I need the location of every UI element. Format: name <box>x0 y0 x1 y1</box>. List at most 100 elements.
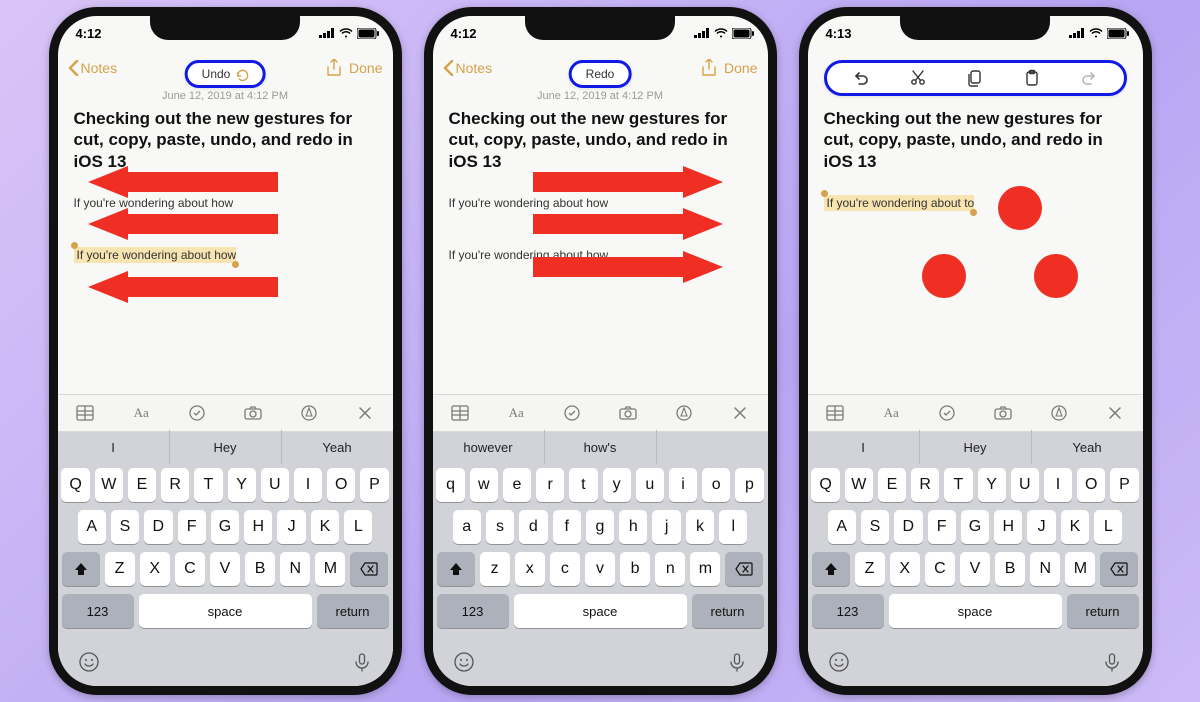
key-a[interactable]: A <box>78 510 106 544</box>
key-p[interactable]: P <box>360 468 388 502</box>
text-format-icon[interactable]: Aa <box>504 401 528 425</box>
key-a[interactable]: A <box>828 510 856 544</box>
key-z[interactable]: Z <box>105 552 135 586</box>
note-title[interactable]: Checking out the new gestures for cut, c… <box>74 108 377 172</box>
close-keyboard-icon[interactable] <box>728 401 752 425</box>
key-y[interactable]: Y <box>228 468 256 502</box>
key-v[interactable]: V <box>960 552 990 586</box>
close-keyboard-icon[interactable] <box>1103 401 1127 425</box>
key-c[interactable]: C <box>925 552 955 586</box>
key-t[interactable]: t <box>569 468 597 502</box>
emoji-icon[interactable] <box>78 651 100 678</box>
key-d[interactable]: d <box>519 510 547 544</box>
camera-icon[interactable] <box>241 401 265 425</box>
key-123[interactable]: 123 <box>62 594 134 628</box>
key-g[interactable]: G <box>211 510 239 544</box>
text-format-icon[interactable]: Aa <box>129 401 153 425</box>
key-i[interactable]: I <box>294 468 322 502</box>
key-y[interactable]: Y <box>978 468 1006 502</box>
markup-icon[interactable] <box>672 401 696 425</box>
key-f[interactable]: f <box>553 510 581 544</box>
key-m[interactable]: m <box>690 552 720 586</box>
emoji-icon[interactable] <box>453 651 475 678</box>
predict-2[interactable]: Hey <box>920 430 1032 464</box>
key-p[interactable]: P <box>1110 468 1138 502</box>
predict-1[interactable]: I <box>58 430 170 464</box>
key-c[interactable]: C <box>175 552 205 586</box>
key-k[interactable]: K <box>1061 510 1089 544</box>
key-n[interactable]: N <box>280 552 310 586</box>
key-h[interactable]: H <box>244 510 272 544</box>
redo-icon[interactable] <box>1079 69 1099 87</box>
key-o[interactable]: o <box>702 468 730 502</box>
predict-3[interactable]: Yeah <box>282 430 393 464</box>
paste-icon[interactable] <box>1022 69 1042 87</box>
key-r[interactable]: r <box>536 468 564 502</box>
key-o[interactable]: O <box>327 468 355 502</box>
key-h[interactable]: H <box>994 510 1022 544</box>
key-y[interactable]: y <box>603 468 631 502</box>
keyboard[interactable]: Aa I Hey Yeah QWERTYUIOP ASDFGHJKL ZXCVB… <box>58 394 393 686</box>
key-h[interactable]: h <box>619 510 647 544</box>
key-x[interactable]: x <box>515 552 545 586</box>
key-shift[interactable] <box>437 552 475 586</box>
key-z[interactable]: Z <box>855 552 885 586</box>
key-i[interactable]: I <box>1044 468 1072 502</box>
key-x[interactable]: X <box>140 552 170 586</box>
key-b[interactable]: B <box>245 552 275 586</box>
key-z[interactable]: z <box>480 552 510 586</box>
back-button[interactable]: Notes <box>68 60 118 76</box>
key-s[interactable]: S <box>861 510 889 544</box>
key-w[interactable]: w <box>470 468 498 502</box>
selected-text[interactable]: If you're wondering about to <box>824 196 975 210</box>
mic-icon[interactable] <box>351 651 373 678</box>
share-button[interactable] <box>325 59 343 77</box>
done-button[interactable]: Done <box>349 60 382 76</box>
key-w[interactable]: W <box>95 468 123 502</box>
key-k[interactable]: k <box>686 510 714 544</box>
key-w[interactable]: W <box>845 468 873 502</box>
share-button[interactable] <box>700 59 718 77</box>
key-j[interactable]: J <box>277 510 305 544</box>
key-e[interactable]: E <box>878 468 906 502</box>
key-a[interactable]: a <box>453 510 481 544</box>
key-i[interactable]: i <box>669 468 697 502</box>
key-l[interactable]: L <box>344 510 372 544</box>
emoji-icon[interactable] <box>828 651 850 678</box>
key-g[interactable]: g <box>586 510 614 544</box>
key-v[interactable]: v <box>585 552 615 586</box>
key-s[interactable]: s <box>486 510 514 544</box>
key-b[interactable]: b <box>620 552 650 586</box>
key-shift[interactable] <box>62 552 100 586</box>
table-icon[interactable] <box>73 401 97 425</box>
key-m[interactable]: M <box>315 552 345 586</box>
key-q[interactable]: q <box>436 468 464 502</box>
key-b[interactable]: B <box>995 552 1025 586</box>
predict-2[interactable]: how's <box>545 430 657 464</box>
mic-icon[interactable] <box>1101 651 1123 678</box>
key-j[interactable]: j <box>652 510 680 544</box>
key-f[interactable]: F <box>178 510 206 544</box>
key-l[interactable]: l <box>719 510 747 544</box>
markup-icon[interactable] <box>297 401 321 425</box>
close-keyboard-icon[interactable] <box>353 401 377 425</box>
undo-icon[interactable] <box>851 69 871 87</box>
predict-3[interactable]: Yeah <box>1032 430 1143 464</box>
key-space[interactable]: space <box>889 594 1062 628</box>
key-t[interactable]: T <box>194 468 222 502</box>
note-title[interactable]: Checking out the new gestures for cut, c… <box>824 108 1127 172</box>
checklist-icon[interactable] <box>185 401 209 425</box>
key-m[interactable]: M <box>1065 552 1095 586</box>
predict-1[interactable]: however <box>433 430 545 464</box>
back-button[interactable]: Notes <box>443 60 493 76</box>
checklist-icon[interactable] <box>560 401 584 425</box>
key-r[interactable]: R <box>161 468 189 502</box>
keyboard[interactable]: Aa I Hey Yeah QWERTYUIOP ASDFGHJKL ZXCVB… <box>808 394 1143 686</box>
key-x[interactable]: X <box>890 552 920 586</box>
key-return[interactable]: return <box>317 594 389 628</box>
key-space[interactable]: space <box>139 594 312 628</box>
key-space[interactable]: space <box>514 594 687 628</box>
key-123[interactable]: 123 <box>812 594 884 628</box>
predict-2[interactable]: Hey <box>170 430 282 464</box>
key-return[interactable]: return <box>692 594 764 628</box>
